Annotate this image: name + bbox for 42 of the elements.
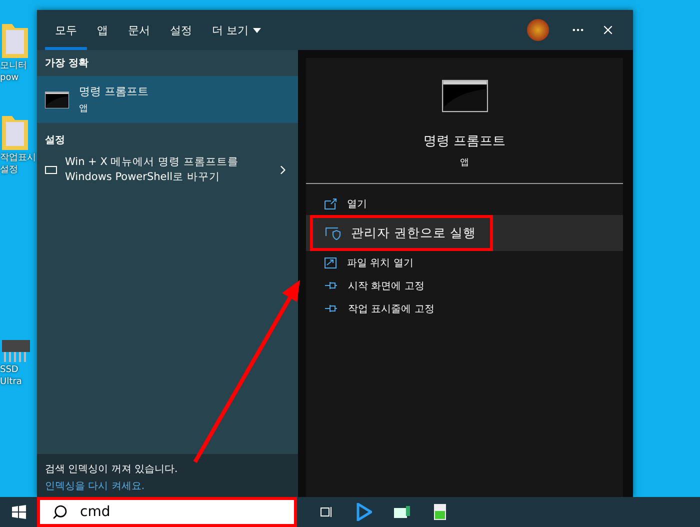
desktop-icon-label: 설정 — [0, 164, 18, 176]
indexing-message: 검색 인덱싱이 꺼져 있습니다. — [45, 463, 179, 476]
monitor-icon — [45, 166, 57, 174]
terminal-icon — [45, 90, 69, 108]
filter-tab[interactable]: 설정 — [160, 10, 202, 50]
section-heading: 가장 정확 — [44, 57, 90, 71]
desktop-icon-label: SSD — [0, 364, 18, 376]
action-item[interactable]: 파일 위치 열기 — [306, 251, 623, 274]
action-item[interactable]: 관리자 권한으로 실행 — [306, 215, 623, 251]
result-subtitle: 앱 — [79, 103, 89, 115]
desktop-icon-label: 모니터 — [0, 60, 27, 72]
action-label: 작업 표시줄에 고정 — [348, 302, 434, 316]
app-type: 앱 — [460, 157, 469, 169]
desktop-icon-label: Ultra — [0, 376, 22, 388]
desktop-icon-label: pow — [0, 72, 19, 84]
search-icon — [52, 504, 68, 520]
desktop-icon-label: 작업표시 — [0, 152, 36, 164]
shield-icon — [325, 226, 341, 240]
action-label: 관리자 권한으로 실행 — [351, 224, 476, 242]
best-match-result[interactable]: 명령 프롬프트 앱 — [37, 76, 298, 123]
action-item[interactable]: 작업 표시줄에 고정 — [306, 297, 623, 320]
action-label: 파일 위치 열기 — [347, 256, 414, 270]
pin-icon — [324, 304, 338, 313]
avatar[interactable] — [527, 19, 549, 41]
search-input[interactable]: cmd — [78, 503, 232, 521]
indexing-link[interactable]: 인덱싱을 다시 켜세요. — [45, 479, 290, 493]
filter-tab[interactable]: 더 보기 — [202, 10, 270, 50]
action-item[interactable]: 열기 — [306, 192, 623, 215]
settings-result[interactable]: Win + X 메뉴에서 명령 프롬프트를 Windows PowerShell로 바꾸기 — [37, 153, 298, 191]
close-icon — [601, 23, 615, 37]
action-label: 열기 — [347, 198, 367, 210]
action-label: 시작 화면에 고정 — [348, 280, 424, 292]
app-title: 명령 프롬프트 — [423, 133, 506, 150]
filter-tab[interactable]: 앱 — [87, 10, 118, 50]
section-heading: 설정 — [44, 134, 66, 148]
pin-icon — [324, 281, 338, 290]
windows-logo-icon — [12, 505, 26, 519]
filter-tab[interactable]: 문서 — [118, 10, 160, 50]
action-item[interactable]: 시작 화면에 고정 — [306, 274, 623, 297]
open-window-icon — [324, 198, 337, 210]
result-title: 명령 프롬프트 — [79, 84, 148, 99]
search-field[interactable]: cmd — [37, 497, 297, 527]
